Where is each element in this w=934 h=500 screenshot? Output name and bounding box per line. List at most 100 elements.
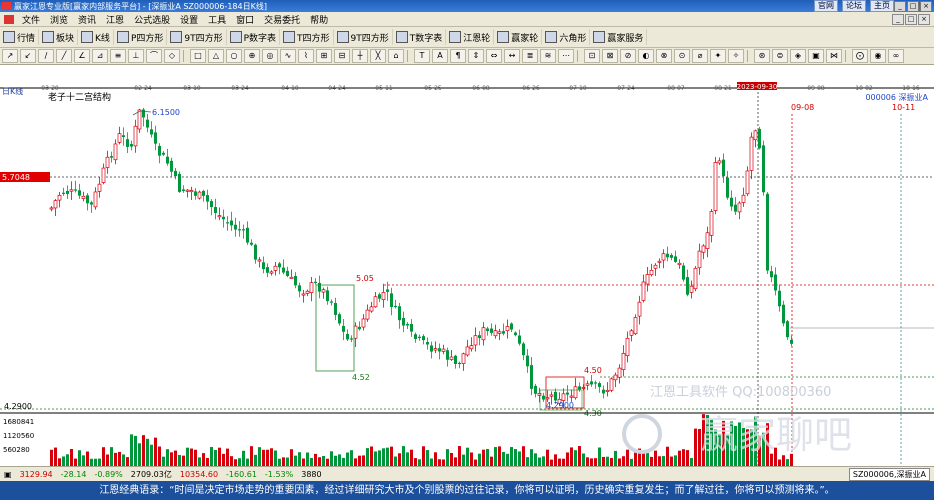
toolbar-button-9[interactable]: 江恩轮	[446, 29, 495, 45]
draw-tool-icon[interactable]: ⇕	[468, 49, 484, 63]
draw-tool-icon[interactable]: ○	[226, 49, 242, 63]
draw-tool-icon[interactable]: ◐	[638, 49, 654, 63]
toolbar-button-8[interactable]: T数字表	[393, 29, 447, 45]
toolbar-button-11[interactable]: 六角形	[542, 29, 591, 45]
candle-body	[350, 338, 353, 340]
draw-tool-icon[interactable]: ⌒	[146, 49, 162, 63]
draw-tool-icon[interactable]: ◈	[790, 49, 806, 63]
draw-tool-icon[interactable]: ⊥	[128, 49, 144, 63]
draw-tool-icon[interactable]: ⊘	[620, 49, 636, 63]
toolbar-button-7[interactable]: 9T四方形	[334, 29, 393, 45]
draw-tool-icon[interactable]: ⋈	[826, 49, 842, 63]
minimize-button[interactable]: _	[894, 1, 906, 12]
draw-tool-icon[interactable]: ⊞	[316, 49, 332, 63]
menu-info[interactable]: 资讯	[73, 13, 101, 26]
menu-browse[interactable]: 浏览	[45, 13, 73, 26]
draw-tool-icon[interactable]: ⊙	[674, 49, 690, 63]
menu-file[interactable]: 文件	[17, 13, 45, 26]
draw-tool-icon[interactable]: ⊛	[754, 49, 770, 63]
draw-tool-icon[interactable]: ↙	[20, 49, 36, 63]
draw-tool-icon[interactable]: □	[190, 49, 206, 63]
candle-body	[142, 109, 145, 118]
toolbar-button-6[interactable]: T四方形	[280, 29, 334, 45]
volume-tick-label: 560280	[3, 446, 30, 454]
menu-settings[interactable]: 设置	[175, 13, 203, 26]
volume-bar	[74, 458, 77, 466]
draw-tool-icon[interactable]: ◇	[164, 49, 180, 63]
toolbar-button-2[interactable]: K线	[78, 29, 114, 45]
volume-bar	[514, 449, 517, 466]
maximize-button[interactable]: □	[907, 1, 919, 12]
close-button[interactable]: ×	[920, 1, 932, 12]
draw-tool-icon[interactable]: ┼	[352, 49, 368, 63]
draw-tool-icon[interactable]: ✦	[710, 49, 726, 63]
app-menu-icon[interactable]	[4, 14, 14, 24]
link-home[interactable]: 主页	[870, 0, 894, 12]
doc-minimize-button[interactable]: _	[892, 14, 904, 25]
draw-tool-icon[interactable]: A	[432, 49, 448, 63]
draw-tool-icon[interactable]: ⌀	[692, 49, 708, 63]
menu-trade[interactable]: 交易委托	[259, 13, 305, 26]
doc-restore-button[interactable]: □	[905, 14, 917, 25]
status-value: 10354.60	[179, 469, 219, 479]
draw-tool-icon[interactable]: ≣	[522, 49, 538, 63]
toolbar-button-12[interactable]: 赢家服务	[590, 29, 648, 45]
draw-tool-icon[interactable]: ∞	[888, 49, 904, 63]
candle-body	[573, 386, 578, 399]
draw-tool-icon[interactable]: ∕	[38, 49, 54, 63]
draw-tool-icon[interactable]: ⊿	[92, 49, 108, 63]
draw-tool-icon[interactable]: ◉	[870, 49, 886, 63]
menu-gann[interactable]: 江恩	[101, 13, 129, 26]
toolbar-button-5[interactable]: P数字表	[227, 29, 281, 45]
candle-body	[585, 383, 590, 386]
draw-tool-icon[interactable]: ⊜	[772, 49, 788, 63]
toolbar-button-4[interactable]: 9T四方形	[167, 29, 227, 45]
draw-tool-icon[interactable]: ▣	[808, 49, 824, 63]
draw-tool-icon[interactable]: ⊗	[656, 49, 672, 63]
draw-tool-icon[interactable]: ✧	[728, 49, 744, 63]
draw-tool-icon[interactable]: ∠	[74, 49, 90, 63]
menu-tools[interactable]: 工具	[203, 13, 231, 26]
volume-bar	[206, 457, 209, 466]
draw-tool-icon[interactable]: △	[208, 49, 224, 63]
candle-body	[57, 194, 62, 201]
draw-tool-icon[interactable]: ⌇	[298, 49, 314, 63]
draw-tool-icon[interactable]: ⨀	[852, 49, 868, 63]
menu-formula[interactable]: 公式选股	[129, 13, 175, 26]
draw-tool-icon[interactable]: ⊕	[244, 49, 260, 63]
draw-tool-icon[interactable]: ╳	[370, 49, 386, 63]
link-forum[interactable]: 论坛	[842, 0, 866, 12]
doc-close-button[interactable]: ×	[918, 14, 930, 25]
menu-window[interactable]: 窗口	[231, 13, 259, 26]
draw-tool-icon[interactable]: ⌂	[388, 49, 404, 63]
toolbar-button-10[interactable]: 赢家轮	[494, 29, 543, 45]
draw-tool-icon[interactable]: ↔	[504, 49, 520, 63]
kline-chart[interactable]: 03-20 02-24 03-10 03-24 04-10 04-24 05-11 05-25…	[0, 66, 934, 466]
stock-tab[interactable]: SZ000006,深振业A	[848, 468, 930, 481]
draw-tool-icon[interactable]: ⋯	[558, 49, 574, 63]
volume-bar	[446, 449, 449, 466]
hexagon-icon	[545, 31, 558, 43]
toolbar-button-3[interactable]: P四方形	[114, 29, 168, 45]
draw-tool-icon[interactable]: ∿	[280, 49, 296, 63]
toolbar-button-1[interactable]: 板块	[39, 29, 79, 45]
draw-tool-icon[interactable]: ¶	[450, 49, 466, 63]
draw-tool-icon[interactable]: ◎	[262, 49, 278, 63]
menu-help[interactable]: 帮助	[305, 13, 333, 26]
draw-tool-icon[interactable]: ↗	[2, 49, 18, 63]
draw-tool-icon[interactable]: T	[414, 49, 430, 63]
draw-tool-icon[interactable]: ⊡	[584, 49, 600, 63]
volume-bar	[378, 450, 381, 466]
draw-tool-icon[interactable]: ╱	[56, 49, 72, 63]
draw-tool-icon[interactable]: ⊠	[602, 49, 618, 63]
link-official-site[interactable]: 官网	[814, 0, 838, 12]
draw-tool-icon[interactable]: ≡	[110, 49, 126, 63]
draw-tool-icon[interactable]: ≋	[540, 49, 556, 63]
draw-tool-icon[interactable]: ⊟	[334, 49, 350, 63]
toolbar-button-0[interactable]: 行情	[0, 29, 40, 45]
volume-bar	[242, 450, 245, 466]
volume-bar	[226, 448, 229, 466]
kline-chart-panel[interactable]: 03-20 02-24 03-10 03-24 04-10 04-24 05-11 05-25…	[0, 66, 934, 466]
volume-bar	[122, 454, 125, 466]
draw-tool-icon[interactable]: ⇔	[486, 49, 502, 63]
